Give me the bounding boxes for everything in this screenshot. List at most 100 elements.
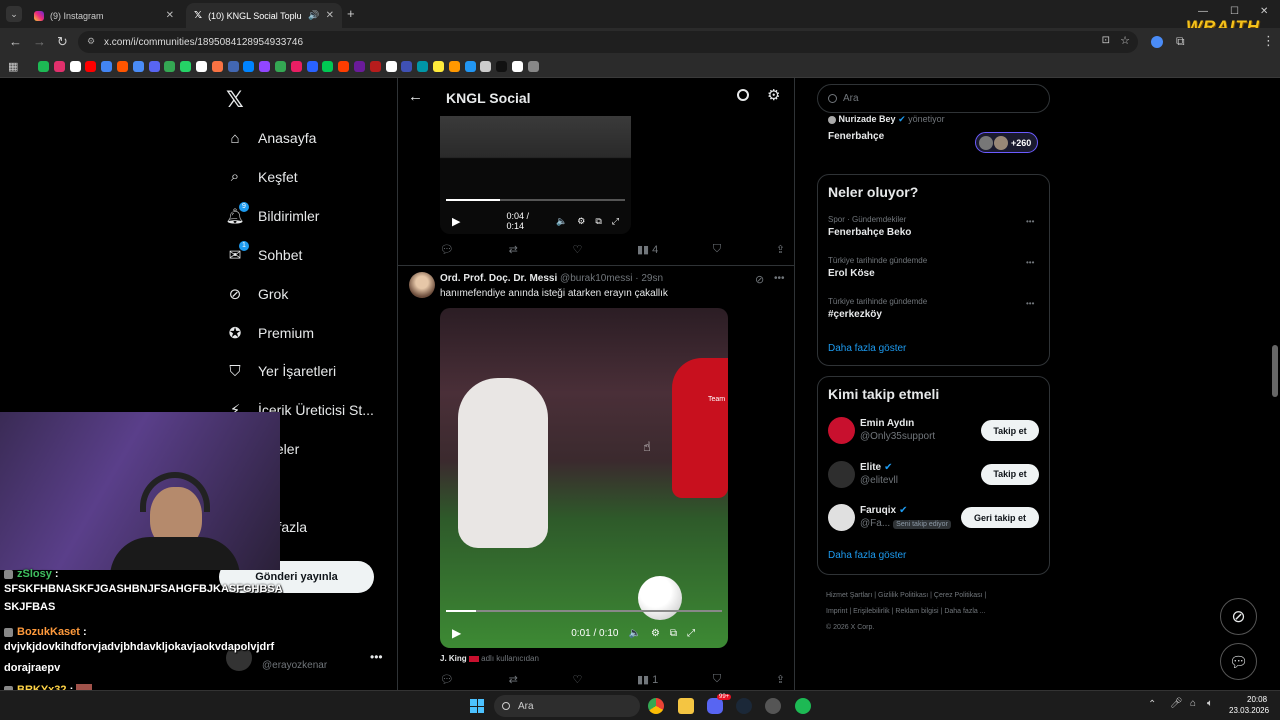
search-input[interactable]: Ara (817, 84, 1050, 113)
trend-name[interactable]: #çerkezköy (828, 309, 882, 320)
messages-float-button[interactable]: 💬︎ (1220, 643, 1257, 680)
footer-link[interactable]: Çerez Politikası (934, 592, 983, 599)
search-icon[interactable] (737, 89, 749, 101)
chrome-icon[interactable] (648, 698, 664, 714)
back-arrow-icon[interactable]: ← (408, 88, 423, 105)
play-icon[interactable]: ▶ (452, 215, 460, 228)
bookmark-favicon-icon[interactable] (275, 61, 286, 72)
follow-show-more[interactable]: Daha fazla göster (828, 550, 906, 561)
follow-button[interactable]: Geri takip et (961, 507, 1039, 528)
footer-link[interactable]: Daha fazla ... (944, 608, 985, 615)
forward-arrow-icon[interactable]: → (33, 34, 46, 49)
speaker-icon[interactable]: 🔊 (308, 10, 319, 21)
folder-icon[interactable] (678, 698, 694, 714)
new-tab-button[interactable]: + (347, 6, 355, 21)
like-icon[interactable]: ♡ (572, 243, 582, 256)
views-count[interactable]: ▮▮ 1 (637, 673, 658, 686)
author-avatar[interactable] (409, 272, 435, 298)
footer-link[interactable]: Gizlilik Politikası (878, 592, 928, 599)
trends-show-more[interactable]: Daha fazla göster (828, 343, 906, 354)
tweet-video[interactable]: ▶ 0:04 / 0:14 🔈 ⚙ ⧉ ⤢ (440, 116, 631, 234)
gear-icon[interactable]: ⚙ (767, 86, 780, 104)
fullscreen-icon[interactable]: ⤢ (612, 216, 619, 227)
spotify-icon[interactable] (795, 698, 811, 714)
sidebar-item[interactable]: ✪ Premium (226, 320, 314, 346)
retweet-icon[interactable]: ⇄ (509, 243, 518, 256)
reply-name[interactable]: J. King (440, 654, 467, 663)
user-avatar[interactable] (828, 504, 855, 531)
like-icon[interactable]: ♡ (572, 673, 582, 686)
bookmark-favicon-icon[interactable] (512, 61, 523, 72)
user-name[interactable]: Faruqix (860, 505, 896, 516)
fullscreen-icon[interactable]: ⤢ (687, 628, 695, 639)
bookmark-favicon-icon[interactable] (101, 61, 113, 72)
bookmark-favicon-icon[interactable] (527, 61, 539, 72)
user-handle[interactable]: @Fa... (860, 518, 890, 529)
video-progress-track[interactable] (446, 199, 625, 201)
community-card[interactable]: Nurizade Bey ✔ yönetiyor Fenerbahçe +260 (817, 113, 1050, 163)
user-name[interactable]: Elite (860, 462, 881, 473)
trend-name[interactable]: Erol Köse (828, 268, 875, 279)
bookmark-favicon-icon[interactable] (369, 61, 381, 72)
footer-link[interactable]: Hizmet Şartları (826, 592, 872, 599)
views-count[interactable]: ▮▮ 4 (637, 243, 658, 256)
user-handle[interactable]: @elitevll (860, 475, 898, 486)
sidebar-item[interactable]: 🔔︎ 9 Bildirimler (225, 201, 319, 229)
clock-date[interactable]: 23.03.2026 (1229, 706, 1269, 715)
volume-icon[interactable]: 🔈 (629, 628, 641, 639)
retweet-icon[interactable]: ⇄ (509, 673, 518, 686)
bookmark-favicon-icon[interactable] (243, 61, 255, 72)
play-icon[interactable]: ▶ (452, 626, 461, 640)
volume-icon[interactable]: 🔈︎ (1207, 698, 1213, 709)
bookmark-favicon-icon[interactable] (322, 61, 334, 72)
bookmark-favicon-icon[interactable] (480, 61, 492, 72)
more-icon[interactable]: ••• (1026, 217, 1034, 226)
follow-button[interactable]: Takip et (981, 463, 1039, 485)
bookmark-favicon-icon[interactable] (354, 61, 365, 72)
sidebar-item[interactable]: ✉ 1 Sohbet (226, 240, 302, 268)
bookmark-favicon-icon[interactable] (132, 61, 144, 72)
bookmark-favicon-icon[interactable] (496, 61, 508, 72)
bookmark-favicon-icon[interactable] (53, 61, 65, 72)
settings-icon[interactable]: ⚙ (577, 216, 585, 227)
reply-icon[interactable]: 💬︎ (440, 673, 454, 686)
bookmark-favicon-icon[interactable] (401, 61, 413, 72)
apps-icon[interactable]: ▦ (8, 60, 18, 73)
footer-link[interactable]: Reklam bilgisi (895, 608, 938, 615)
grok-float-button[interactable]: ⊘ (1220, 598, 1257, 635)
network-icon[interactable]: ⌂ (1190, 698, 1196, 709)
bookmark-favicon-icon[interactable] (417, 61, 429, 72)
user-handle[interactable]: @Only35support (860, 431, 935, 442)
steam-icon[interactable] (736, 698, 752, 714)
author-name[interactable]: Ord. Prof. Doç. Dr. Messi (440, 273, 557, 284)
close-icon[interactable]: ✕ (166, 10, 174, 21)
grok-icon[interactable]: ⊘ (755, 273, 764, 286)
bookmark-favicon-icon[interactable] (385, 61, 397, 72)
pip-icon[interactable]: ⧉ (670, 628, 677, 639)
puzzle-icon[interactable]: ⧉ (1176, 34, 1185, 49)
volume-icon[interactable]: 🔈 (556, 216, 567, 227)
taskbar-search[interactable]: Ara (494, 695, 640, 717)
tray-chevron-icon[interactable]: ⌃ (1148, 699, 1156, 710)
window-close-button[interactable]: ✕ (1260, 6, 1268, 17)
bookmark-favicon-icon[interactable] (259, 61, 271, 72)
back-arrow-icon[interactable]: ← (9, 34, 22, 49)
install-app-icon[interactable]: ⊡ (1102, 35, 1110, 46)
tweet-time[interactable]: · 29sn (635, 273, 663, 284)
bookmark-favicon-icon[interactable] (164, 61, 176, 72)
menu-icon[interactable]: ⋮ (1262, 33, 1275, 49)
tab-instagram[interactable]: (9) Instagram ✕ (26, 3, 182, 28)
bookmark-favicon-icon[interactable] (306, 61, 318, 72)
x-logo-icon[interactable]: 𝕏 (226, 87, 244, 113)
bookmark-icon[interactable]: ⛉ (713, 673, 721, 686)
bookmark-favicon-icon[interactable] (448, 61, 460, 72)
more-icon[interactable]: ••• (1026, 258, 1034, 267)
settings-icon[interactable]: ⚙ (651, 628, 660, 639)
star-icon[interactable]: ☆ (1120, 34, 1130, 47)
discord-icon[interactable] (707, 698, 723, 714)
extension-icon[interactable] (1151, 36, 1163, 48)
bookmark-favicon-icon[interactable] (148, 61, 160, 72)
scrollbar[interactable] (1272, 345, 1278, 397)
bookmark-favicon-icon[interactable] (433, 61, 444, 72)
footer-link[interactable]: Imprint (826, 608, 847, 615)
